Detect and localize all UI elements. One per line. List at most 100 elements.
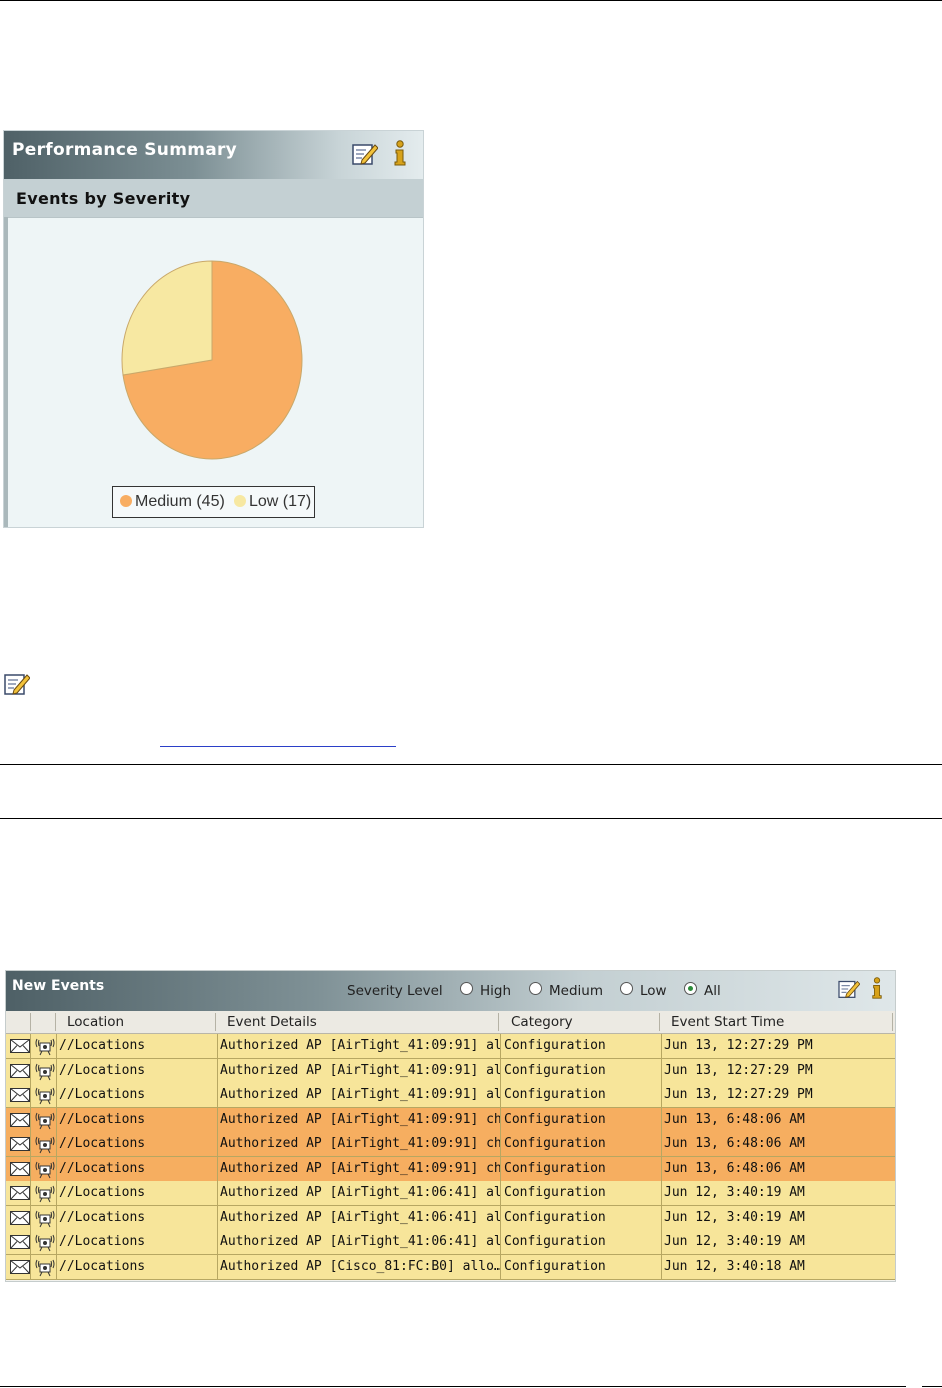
cell-separator (56, 1254, 57, 1279)
radio-low[interactable] (620, 982, 633, 995)
mail-icon[interactable] (10, 1161, 30, 1180)
cell-separator (500, 1132, 501, 1156)
cell-location: //Locations (59, 1234, 146, 1249)
cell-separator (661, 1058, 662, 1083)
cell-separator (56, 1107, 57, 1132)
cell-separator (661, 1181, 662, 1205)
cell-location: //Locations (59, 1209, 146, 1225)
table-row[interactable]: //Locations Authorized AP [AirTight_41:09… (6, 1107, 895, 1133)
table-row[interactable]: //Locations Authorized AP [AirTight_41:06… (6, 1181, 895, 1206)
section-rule-top (0, 764, 942, 765)
cell-location: //Locations (59, 1111, 146, 1127)
cell-separator (56, 1058, 57, 1083)
column-separator (30, 1013, 31, 1031)
widget-left-border (4, 217, 8, 527)
cell-category: Configuration (504, 1111, 606, 1127)
mail-icon[interactable] (10, 1259, 30, 1278)
cell-separator (661, 1156, 662, 1181)
cell-separator (56, 1181, 57, 1205)
cell-event-details: Authorized AP [AirTight_41:06:41] all… (220, 1185, 500, 1200)
edit-icon (4, 674, 30, 695)
legend-swatch-low (234, 495, 246, 507)
mail-icon[interactable] (10, 1137, 30, 1155)
table-row[interactable]: //Locations Authorized AP [AirTight_41:09… (6, 1132, 895, 1157)
cell-separator (500, 1156, 501, 1181)
mail-icon[interactable] (10, 1039, 30, 1057)
legend-item-medium: Medium (45) (120, 493, 225, 511)
cell-separator (661, 1254, 662, 1279)
hyperlink-underline[interactable] (160, 746, 396, 747)
table-row[interactable]: //Locations Authorized AP [AirTight_41:09… (6, 1058, 895, 1084)
mail-icon[interactable] (10, 1088, 30, 1106)
cell-separator (217, 1034, 218, 1058)
cell-event-details: Authorized AP [AirTight_41:09:91] all… (220, 1087, 500, 1102)
pie-slice-low (121, 260, 213, 376)
cell-event-start-time: Jun 13, 12:27:29 PM (664, 1038, 813, 1053)
cell-separator (500, 1254, 501, 1279)
cell-separator (500, 1058, 501, 1083)
chart-title: Events by Severity (16, 189, 191, 208)
severity-level-label: Severity Level (347, 983, 443, 999)
cell-category: Configuration (504, 1160, 606, 1176)
section-rule-bottom (0, 818, 942, 819)
column-header-category[interactable]: Category (511, 1014, 573, 1030)
table-row[interactable]: //Locations Authorized AP [AirTight_41:06… (6, 1205, 895, 1231)
radio-high[interactable] (460, 982, 473, 995)
cell-event-details: Authorized AP [AirTight_41:06:41] all… (220, 1234, 500, 1249)
cell-separator (661, 1083, 662, 1107)
cell-event-details: Authorized AP [AirTight_41:09:91] ch… (220, 1111, 500, 1127)
access-point-icon (34, 1257, 56, 1281)
access-point-icon (34, 1134, 56, 1158)
table-row[interactable]: //Locations Authorized AP [AirTight_41:09… (6, 1156, 895, 1182)
cell-event-start-time: Jun 13, 6:48:06 AM (664, 1111, 805, 1127)
column-header-location[interactable]: Location (67, 1014, 124, 1030)
cell-category: Configuration (504, 1062, 606, 1078)
cell-event-details: Authorized AP [AirTight_41:06:41] all… (220, 1209, 500, 1225)
table-row[interactable]: //Locations Authorized AP [Cisco_81:FC:B0… (6, 1254, 895, 1281)
access-point-icon (34, 1183, 56, 1207)
widget-title: New Events (12, 978, 105, 994)
cell-separator (500, 1107, 501, 1132)
mail-icon[interactable] (10, 1235, 30, 1253)
column-header-event-start-time[interactable]: Event Start Time (671, 1014, 784, 1030)
cell-separator (56, 1034, 57, 1058)
cell-separator (30, 1107, 31, 1132)
legend-swatch-medium (120, 495, 132, 507)
cell-event-start-time: Jun 12, 3:40:19 AM (664, 1209, 805, 1225)
cell-category: Configuration (504, 1087, 606, 1102)
mail-icon[interactable] (10, 1063, 30, 1082)
table-row[interactable]: //Locations Authorized AP [AirTight_41:09… (6, 1034, 895, 1059)
cell-separator (500, 1205, 501, 1230)
cell-separator (30, 1083, 31, 1107)
cell-category: Configuration (504, 1209, 606, 1225)
table-row[interactable]: //Locations Authorized AP [AirTight_41:06… (6, 1230, 895, 1255)
cell-separator (661, 1132, 662, 1156)
cell-separator (217, 1205, 218, 1230)
cell-separator (217, 1230, 218, 1254)
radio-all[interactable] (684, 982, 697, 995)
mail-icon[interactable] (10, 1186, 30, 1204)
widget-header: New Events Severity Level High Medium Lo… (6, 971, 895, 1011)
cell-event-details: Authorized AP [AirTight_41:09:91] all… (220, 1038, 500, 1053)
cell-separator (217, 1058, 218, 1083)
cell-category: Configuration (504, 1258, 606, 1274)
column-separator (659, 1013, 660, 1031)
mail-icon[interactable] (10, 1112, 30, 1131)
edit-icon[interactable] (838, 979, 860, 999)
cell-separator (661, 1107, 662, 1132)
column-header-event-details[interactable]: Event Details (227, 1014, 317, 1030)
table-row[interactable]: //Locations Authorized AP [AirTight_41:09… (6, 1083, 895, 1108)
chart-legend: Medium (45) Low (17) (112, 486, 315, 518)
cell-event-details: Authorized AP [Cisco_81:FC:B0] allo… (220, 1258, 500, 1274)
radio-medium[interactable] (529, 982, 542, 995)
performance-summary-widget: Performance Summary Events by Severity M… (3, 130, 424, 528)
mail-icon[interactable] (10, 1210, 30, 1229)
edit-icon[interactable] (352, 142, 378, 166)
cell-separator (56, 1083, 57, 1107)
info-icon[interactable] (393, 140, 407, 166)
radio-label-all: All (704, 983, 721, 999)
cell-separator (30, 1181, 31, 1205)
access-point-icon (34, 1036, 56, 1060)
footer-rule (0, 1386, 906, 1387)
info-icon[interactable] (871, 977, 883, 999)
